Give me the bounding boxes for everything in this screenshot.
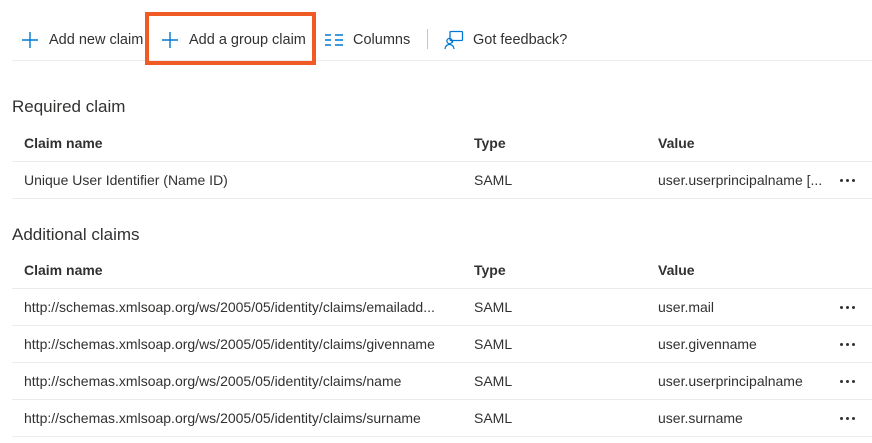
claim-value-cell: user.userprincipalname [... bbox=[658, 172, 823, 188]
toolbar-divider bbox=[427, 29, 428, 49]
table-row[interactable]: http://schemas.xmlsoap.org/ws/2005/05/id… bbox=[12, 289, 872, 326]
plus-icon bbox=[20, 30, 40, 50]
add-new-claim-button[interactable]: Add new claim bbox=[20, 20, 143, 60]
columns-icon bbox=[324, 30, 344, 50]
claim-type-cell: SAML bbox=[474, 336, 513, 352]
add-new-claim-label: Add new claim bbox=[49, 32, 144, 48]
claim-value-cell: user.mail bbox=[658, 299, 715, 315]
more-icon bbox=[839, 178, 855, 182]
more-options-button[interactable] bbox=[832, 400, 862, 436]
columns-label: Columns bbox=[353, 32, 411, 48]
table-row[interactable]: http://schemas.xmlsoap.org/ws/2005/05/id… bbox=[12, 363, 872, 400]
table-row[interactable]: http://schemas.xmlsoap.org/ws/2005/05/id… bbox=[12, 400, 872, 437]
claim-name-cell: http://schemas.xmlsoap.org/ws/2005/05/id… bbox=[24, 299, 435, 315]
column-header-value[interactable]: Value bbox=[658, 125, 830, 161]
table-row[interactable]: http://schemas.xmlsoap.org/ws/2005/05/id… bbox=[12, 326, 872, 363]
claim-value-cell: user.givenname bbox=[658, 336, 757, 352]
claim-name-cell: http://schemas.xmlsoap.org/ws/2005/05/id… bbox=[24, 373, 402, 389]
table-row[interactable]: Unique User Identifier (Name ID) SAML us… bbox=[12, 162, 872, 199]
command-bar: Add new claim Add a group claim Columns bbox=[12, 20, 872, 61]
column-header-type[interactable]: Type bbox=[474, 252, 654, 288]
additional-claims-title: Additional claims bbox=[12, 225, 140, 244]
additional-claims-table: Claim name Type Value http://schemas.xml… bbox=[12, 252, 872, 437]
add-group-claim-button[interactable]: Add a group claim bbox=[160, 20, 306, 60]
more-icon bbox=[839, 379, 855, 383]
add-group-claim-label: Add a group claim bbox=[189, 32, 306, 48]
claim-name-cell: http://schemas.xmlsoap.org/ws/2005/05/id… bbox=[24, 336, 435, 352]
column-header-value[interactable]: Value bbox=[658, 252, 830, 288]
more-options-button[interactable] bbox=[832, 363, 862, 399]
more-icon bbox=[839, 305, 855, 309]
column-header-type[interactable]: Type bbox=[474, 125, 654, 161]
feedback-label: Got feedback? bbox=[473, 32, 568, 48]
claim-name-cell: Unique User Identifier (Name ID) bbox=[24, 172, 228, 188]
claim-type-cell: SAML bbox=[474, 299, 513, 315]
column-header-claim-name[interactable]: Claim name bbox=[24, 252, 474, 288]
claim-name-cell: http://schemas.xmlsoap.org/ws/2005/05/id… bbox=[24, 410, 421, 426]
plus-icon bbox=[160, 30, 180, 50]
table-header-row: Claim name Type Value bbox=[12, 125, 872, 162]
more-icon bbox=[839, 342, 855, 346]
claim-type-cell: SAML bbox=[474, 410, 513, 426]
more-options-button[interactable] bbox=[832, 162, 862, 198]
claim-value-cell: user.userprincipalname bbox=[658, 373, 803, 389]
required-claims-table: Claim name Type Value Unique User Identi… bbox=[12, 125, 872, 199]
claim-value-cell: user.surname bbox=[658, 410, 743, 426]
more-options-button[interactable] bbox=[832, 326, 862, 362]
columns-button[interactable]: Columns bbox=[324, 20, 410, 60]
claim-type-cell: SAML bbox=[474, 373, 513, 389]
feedback-button[interactable]: Got feedback? bbox=[444, 20, 567, 60]
column-header-claim-name[interactable]: Claim name bbox=[24, 125, 474, 161]
more-icon bbox=[839, 416, 855, 420]
table-header-row: Claim name Type Value bbox=[12, 252, 872, 289]
more-options-button[interactable] bbox=[832, 289, 862, 325]
required-claim-title: Required claim bbox=[12, 97, 126, 116]
feedback-icon bbox=[444, 30, 464, 50]
claim-type-cell: SAML bbox=[474, 172, 513, 188]
